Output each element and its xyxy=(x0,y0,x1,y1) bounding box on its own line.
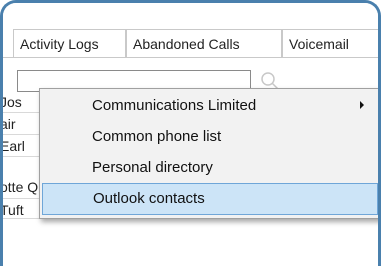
menu-item-outlook-contacts[interactable]: Outlook contacts xyxy=(42,183,378,215)
menu-item-common-phone-list[interactable]: Common phone list xyxy=(42,121,378,152)
list-item-label: Tuft xyxy=(3,202,24,218)
tab-voicemail[interactable]: Voicemail xyxy=(282,29,378,57)
list-item-label: Jos xyxy=(3,94,22,110)
tab-abandoned-calls[interactable]: Abandoned Calls xyxy=(126,29,282,57)
menu-item-label: Common phone list xyxy=(92,128,222,145)
menu-item-communications-limited[interactable]: Communications Limited xyxy=(42,90,378,121)
menu-item-label: Personal directory xyxy=(92,159,213,176)
list-item-label: Earl xyxy=(3,138,25,154)
menu-item-personal-directory[interactable]: Personal directory xyxy=(42,152,378,183)
menu-item-label: Outlook contacts xyxy=(93,190,205,207)
tab-bar: Activity Logs Abandoned Calls Voicemail xyxy=(3,3,378,57)
app-window: Activity Logs Abandoned Calls Voicemail … xyxy=(0,0,381,266)
context-menu: Communications Limited Common phone list… xyxy=(39,88,378,219)
tab-activity-logs[interactable]: Activity Logs xyxy=(13,29,126,57)
list-item-label: air xyxy=(3,116,16,132)
submenu-arrow-icon xyxy=(360,101,364,109)
menu-item-label: Communications Limited xyxy=(92,97,257,114)
